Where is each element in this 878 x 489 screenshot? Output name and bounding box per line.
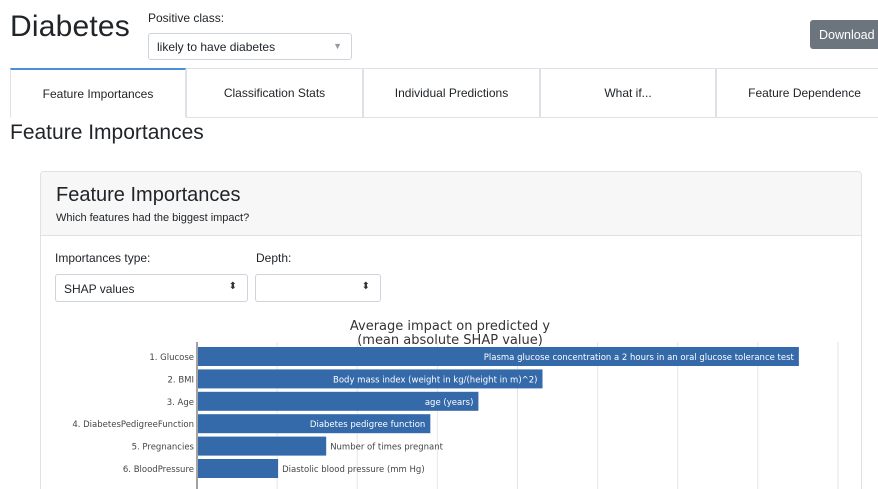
positive-class-select[interactable]: likely to have diabetes ▼ — [148, 33, 352, 60]
chart-bar — [198, 459, 279, 478]
y-tick-label: 2. BMI — [168, 375, 194, 385]
bar-data-label: Number of times pregnant — [330, 443, 443, 453]
bar-data-label: Diabetes pedigree function — [310, 420, 425, 430]
y-tick-label: 6. BloodPressure — [123, 465, 194, 475]
tab-bar: Feature Importances Classification Stats… — [10, 68, 878, 118]
bar-data-label: Plasma glucose concentration a 2 hours i… — [484, 353, 795, 363]
depth-label: Depth: — [256, 251, 292, 265]
tab-what-if[interactable]: What if... — [540, 68, 716, 118]
tab-individual-predictions[interactable]: Individual Predictions — [363, 68, 540, 118]
tab-label: What if... — [604, 86, 652, 100]
select-arrows-icon: ⬍ — [228, 281, 237, 292]
importances-type-label: Importances type: — [55, 251, 151, 265]
y-tick-label: 5. Pregnancies — [132, 443, 195, 453]
select-arrows-icon: ⬍ — [361, 281, 370, 292]
tab-feature-importances[interactable]: Feature Importances — [10, 68, 186, 118]
positive-class-value: likely to have diabetes — [157, 40, 276, 54]
download-button[interactable]: Download ▾ — [810, 20, 878, 49]
tab-classification-stats[interactable]: Classification Stats — [186, 68, 363, 118]
card-header: Feature Importances Which features had t… — [41, 172, 861, 236]
tab-label: Classification Stats — [223, 86, 326, 100]
bar-data-label: age (years) — [425, 398, 474, 408]
card-subtitle: Which features had the biggest impact? — [56, 212, 250, 224]
bar-data-label: Diastolic blood pressure (mm Hg) — [282, 465, 425, 475]
tab-label: Feature Dependence — [748, 86, 861, 100]
tab-feature-dependence[interactable]: Feature Dependence — [716, 68, 878, 118]
feature-importance-chart: Average impact on predicted y(mean absol… — [72, 319, 839, 489]
positive-class-label: Positive class: — [148, 11, 225, 25]
tab-label: Individual Predictions — [394, 86, 509, 100]
importances-type-value: SHAP values — [64, 282, 135, 296]
chart-title: (mean absolute SHAP value) — [357, 333, 543, 348]
app-title: Diabetes — [10, 10, 131, 43]
download-button-label: Download — [819, 28, 875, 42]
tab-label: Feature Importances — [42, 86, 154, 101]
section-title: Feature Importances — [10, 121, 204, 144]
y-tick-label: 1. Glucose — [149, 353, 194, 363]
card-title: Feature Importances — [56, 184, 241, 206]
chevron-down-icon: ▼ — [333, 41, 342, 51]
y-tick-label: 3. Age — [167, 398, 194, 408]
chart-title: Average impact on predicted y — [350, 319, 551, 334]
depth-select[interactable]: ⬍ — [255, 274, 381, 302]
chart-bar — [198, 436, 327, 456]
bar-data-label: Body mass index (weight in kg/(height in… — [333, 375, 537, 385]
importances-type-select[interactable]: SHAP values ⬍ — [55, 274, 248, 302]
y-tick-label: 4. DiabetesPedigreeFunction — [72, 420, 194, 430]
